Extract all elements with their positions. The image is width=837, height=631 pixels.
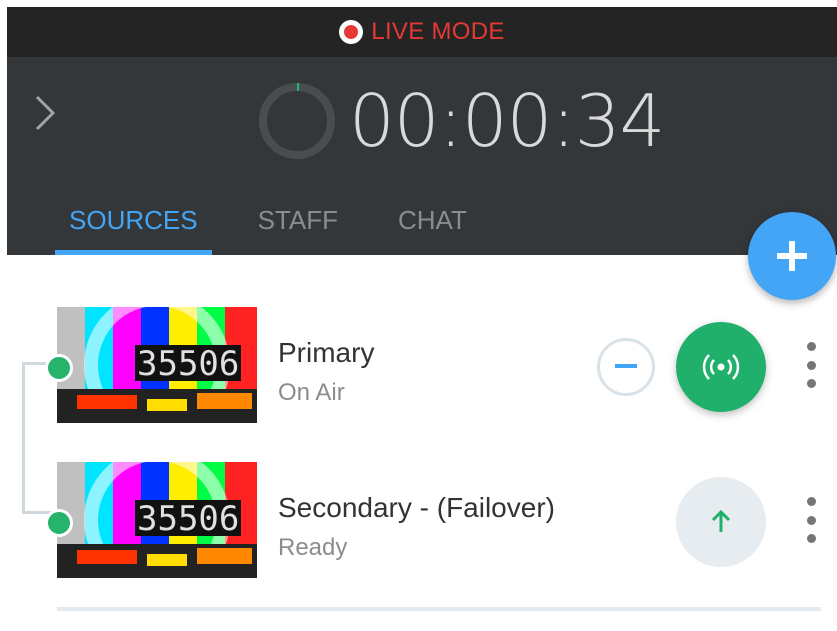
more-options-icon[interactable] <box>804 342 818 388</box>
app-frame: LIVE MODE 00:00:34 SOURCES STAFF CHAT 35… <box>7 7 837 631</box>
stream-header: 00:00:34 SOURCES STAFF CHAT <box>7 57 837 255</box>
link-handle[interactable] <box>45 354 73 382</box>
minus-icon <box>615 364 637 368</box>
promote-source-button[interactable] <box>676 477 766 567</box>
source-thumbnail: 35506 <box>57 462 257 578</box>
chevron-right-icon[interactable] <box>31 91 59 135</box>
link-handle[interactable] <box>45 509 73 537</box>
list-divider <box>57 607 821 611</box>
live-mode-bar: LIVE MODE <box>7 7 837 57</box>
thumbnail-counter: 35506 <box>137 344 239 384</box>
more-options-icon[interactable] <box>804 497 818 543</box>
tab-chat[interactable]: CHAT <box>384 201 481 255</box>
source-status: On Air <box>278 379 345 406</box>
remove-source-button[interactable] <box>597 338 655 396</box>
live-mode-label: LIVE MODE <box>371 18 505 45</box>
plus-icon <box>777 241 807 271</box>
source-name: Primary <box>278 337 375 368</box>
source-thumbnail: 35506 <box>57 307 257 423</box>
source-row-secondary: 35506 Secondary - (Failover) Ready <box>7 462 837 578</box>
tab-bar: SOURCES STAFF CHAT <box>55 201 513 255</box>
source-name: Secondary - (Failover) <box>278 492 555 523</box>
tab-staff[interactable]: STAFF <box>244 201 352 255</box>
thumbnail-counter: 35506 <box>137 499 239 539</box>
on-air-button[interactable] <box>676 322 766 412</box>
elapsed-timer: 00:00:34 <box>349 79 665 163</box>
timer-progress-ring <box>259 83 335 159</box>
record-icon <box>339 20 364 44</box>
source-row-primary: 35506 Primary On Air <box>7 307 837 423</box>
source-status: Ready <box>278 534 348 561</box>
tab-sources[interactable]: SOURCES <box>55 201 212 255</box>
arrow-up-icon <box>711 510 731 532</box>
add-source-button[interactable] <box>748 212 836 300</box>
broadcast-icon <box>702 354 740 380</box>
